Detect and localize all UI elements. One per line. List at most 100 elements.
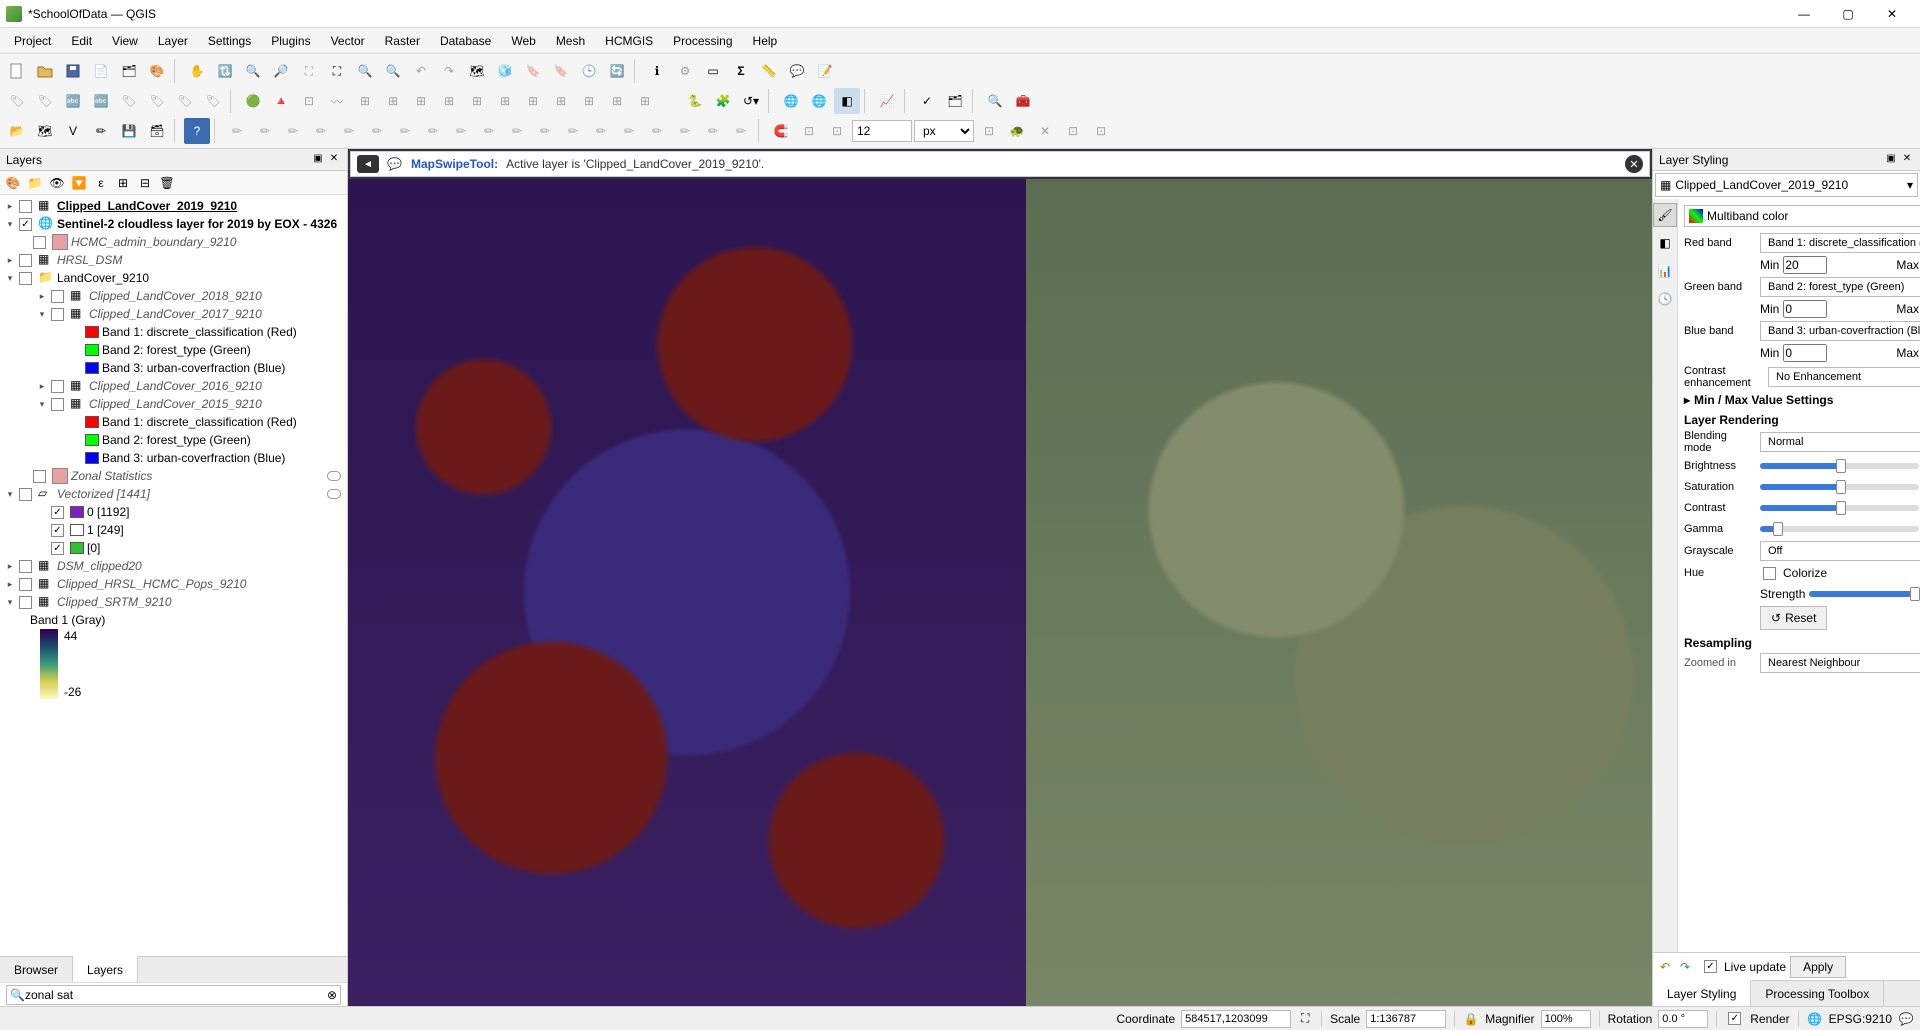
- strength-slider[interactable]: [1809, 591, 1919, 597]
- cad3-icon[interactable]: ⊞: [408, 88, 434, 114]
- add-group-icon[interactable]: 📁: [26, 174, 44, 192]
- layer-visibility-checkbox[interactable]: [51, 290, 64, 303]
- expand-all-icon[interactable]: ⊞: [114, 174, 132, 192]
- histogram-tab-icon[interactable]: 📊: [1653, 259, 1677, 283]
- open-project-icon[interactable]: [32, 58, 58, 84]
- layer-visibility-checkbox[interactable]: [19, 254, 32, 267]
- new-print-layout-icon[interactable]: 📄: [88, 58, 114, 84]
- category-label[interactable]: 0 [1192]: [87, 505, 129, 519]
- quickosm-icon[interactable]: 🌐: [806, 88, 832, 114]
- apply-button[interactable]: Apply: [1790, 956, 1846, 978]
- layer-visibility-checkbox[interactable]: [19, 560, 32, 573]
- layer-visibility-checkbox[interactable]: [33, 236, 46, 249]
- panel-float-icon[interactable]: ▣: [311, 153, 325, 167]
- collapse-all-icon[interactable]: ⊟: [136, 174, 154, 192]
- edit2-icon[interactable]: ✏: [252, 118, 278, 144]
- gamma-slider[interactable]: [1760, 526, 1919, 532]
- maximize-button[interactable]: ▢: [1826, 0, 1870, 28]
- transparency-tab-icon[interactable]: ◧: [1653, 231, 1677, 255]
- cad9-icon[interactable]: ⊞: [576, 88, 602, 114]
- brightness-slider[interactable]: [1760, 463, 1919, 469]
- edit6-icon[interactable]: ✏: [364, 118, 390, 144]
- new-virtual-icon[interactable]: 🗃: [144, 118, 170, 144]
- message-close-icon[interactable]: ✕: [1625, 155, 1643, 173]
- layer-visibility-checkbox[interactable]: [19, 272, 32, 285]
- layout-manager-icon[interactable]: 🗂: [116, 58, 142, 84]
- layer-visibility-checkbox[interactable]: [19, 578, 32, 591]
- snap5-icon[interactable]: 🐢: [1004, 118, 1030, 144]
- menu-view[interactable]: View: [102, 30, 148, 52]
- layer-item[interactable]: Zonal Statistics: [71, 469, 152, 483]
- extents-icon[interactable]: ⛶: [1297, 1011, 1313, 1027]
- tab-layers[interactable]: Layers: [73, 956, 138, 982]
- label-tool4-icon[interactable]: 🏷: [172, 88, 198, 114]
- map-tips-icon[interactable]: 💬: [784, 58, 810, 84]
- label-tool5-icon[interactable]: 🏷: [200, 88, 226, 114]
- reset-button[interactable]: ↺Reset: [1760, 606, 1827, 630]
- label-diagram-icon[interactable]: 🏷: [32, 88, 58, 114]
- layer-item[interactable]: Clipped_LandCover_2016_9210: [89, 379, 262, 393]
- statistics-icon[interactable]: Σ: [728, 58, 754, 84]
- layer-visibility-checkbox[interactable]: [19, 596, 32, 609]
- messages-icon[interactable]: 💬: [1898, 1011, 1914, 1027]
- select-icon[interactable]: ▭: [700, 58, 726, 84]
- tab-processing-toolbox[interactable]: Processing Toolbox: [1751, 981, 1884, 1006]
- zoom-full-icon[interactable]: ⛶: [324, 58, 350, 84]
- edit9-icon[interactable]: ✏: [448, 118, 474, 144]
- symbology-tab-icon[interactable]: 🖌: [1653, 203, 1677, 227]
- snap2-icon[interactable]: ⊡: [796, 118, 822, 144]
- menu-project[interactable]: Project: [4, 30, 61, 52]
- edit11-icon[interactable]: ✏: [504, 118, 530, 144]
- layer-item[interactable]: HRSL_DSM: [57, 253, 122, 267]
- manage-themes-icon[interactable]: 👁: [48, 174, 66, 192]
- zoom-layer-icon[interactable]: 🔍: [380, 58, 406, 84]
- check-icon[interactable]: ✓: [914, 88, 940, 114]
- edit19-icon[interactable]: ✏: [728, 118, 754, 144]
- layer-item[interactable]: Clipped_SRTM_9210: [57, 595, 172, 609]
- cad5-icon[interactable]: ⊞: [464, 88, 490, 114]
- edit15-icon[interactable]: ✏: [616, 118, 642, 144]
- undo-style-icon[interactable]: ↶: [1657, 959, 1673, 975]
- python-console-icon[interactable]: 🐍: [682, 88, 708, 114]
- scale-input[interactable]: [1366, 1010, 1446, 1028]
- edit14-icon[interactable]: ✏: [588, 118, 614, 144]
- contrast-slider[interactable]: [1760, 505, 1919, 511]
- menu-plugins[interactable]: Plugins: [261, 30, 320, 52]
- mapswipe-icon[interactable]: ◧: [834, 88, 860, 114]
- edit12-icon[interactable]: ✏: [532, 118, 558, 144]
- menu-settings[interactable]: Settings: [198, 30, 261, 52]
- save-project-icon[interactable]: [60, 58, 86, 84]
- edit4-icon[interactable]: ✏: [308, 118, 334, 144]
- edit10-icon[interactable]: ✏: [476, 118, 502, 144]
- menu-edit[interactable]: Edit: [61, 30, 102, 52]
- red-min-input[interactable]: [1783, 256, 1827, 274]
- blue-band-select[interactable]: Band 3: urban-coverfraction (Blue): [1760, 321, 1920, 341]
- crs-icon[interactable]: 🌐: [1807, 1011, 1823, 1027]
- temporal-controller-icon[interactable]: 🕒: [576, 58, 602, 84]
- crs-label[interactable]: EPSG:9210: [1829, 1012, 1892, 1026]
- close-button[interactable]: ✕: [1870, 0, 1914, 28]
- layer-item[interactable]: Clipped_LandCover_2019_9210: [57, 199, 237, 213]
- edit16-icon[interactable]: ✏: [644, 118, 670, 144]
- layer-visibility-checkbox[interactable]: [51, 380, 64, 393]
- scale-lock-icon[interactable]: 🔒: [1463, 1011, 1479, 1027]
- menu-processing[interactable]: Processing: [663, 30, 742, 52]
- category-visibility-checkbox[interactable]: [51, 542, 64, 555]
- bookmarks-icon[interactable]: 🔖: [548, 58, 574, 84]
- snapping-icon[interactable]: 🧲: [768, 118, 794, 144]
- renderer-type-select[interactable]: Multiband color ▾: [1684, 205, 1920, 227]
- geometry-check-icon[interactable]: 🟢: [240, 88, 266, 114]
- zoom-selection-icon[interactable]: 🔍: [352, 58, 378, 84]
- layer-item[interactable]: Clipped_LandCover_2018_9210: [89, 289, 262, 303]
- layer-item[interactable]: DSM_clipped20: [57, 559, 142, 573]
- category-label[interactable]: 1 [249]: [87, 523, 124, 537]
- new-project-icon[interactable]: [4, 58, 30, 84]
- edit8-icon[interactable]: ✏: [420, 118, 446, 144]
- category-visibility-checkbox[interactable]: [51, 524, 64, 537]
- new-shapefile-icon[interactable]: V: [60, 118, 86, 144]
- bookmark-icon[interactable]: 🔖: [520, 58, 546, 84]
- styling-layer-select[interactable]: ▦ Clipped_LandCover_2019_9210 ▾: [1655, 173, 1918, 197]
- map-canvas[interactable]: [348, 179, 1652, 1006]
- new-3d-view-icon[interactable]: 🧊: [492, 58, 518, 84]
- minmax-settings-toggle[interactable]: ▸Min / Max Value Settings: [1684, 393, 1920, 407]
